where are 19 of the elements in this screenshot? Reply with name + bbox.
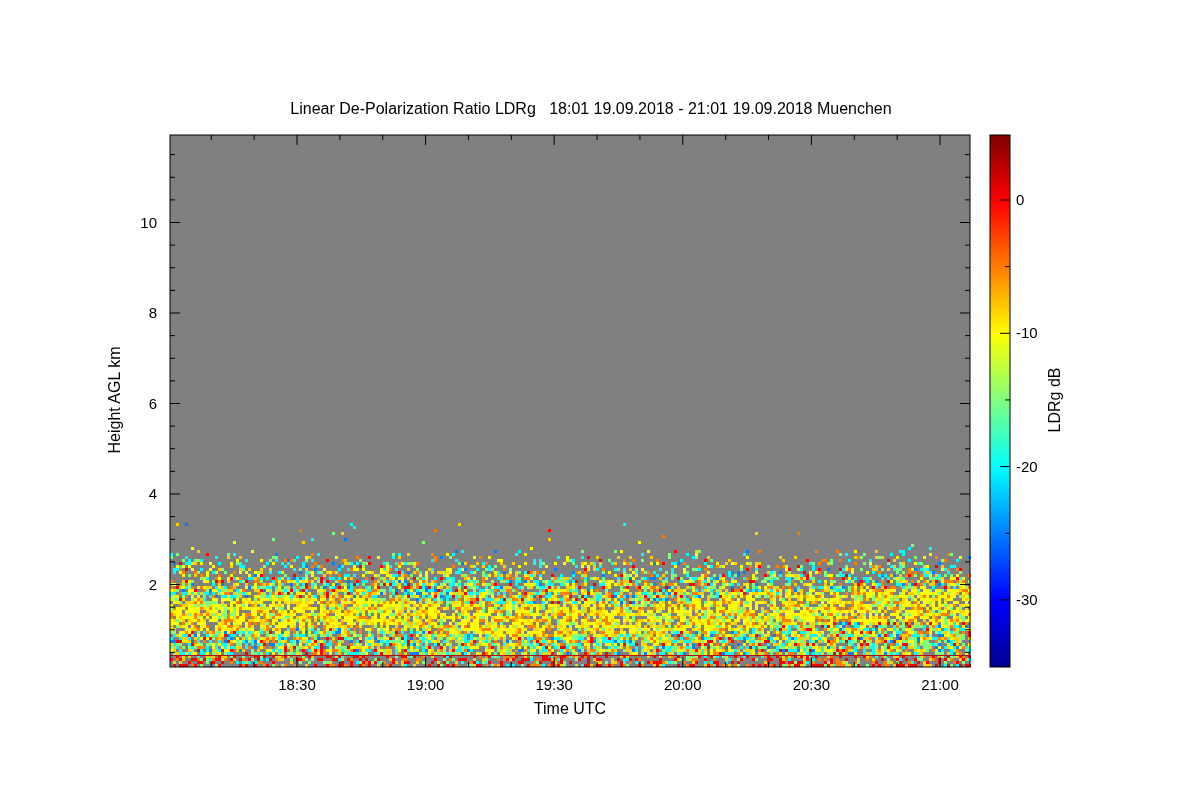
- y-tick-label: 8: [148, 304, 157, 321]
- colorbar-tick-label: 0: [1016, 191, 1025, 208]
- colorbar-label: LDRg dB: [1046, 367, 1063, 433]
- colorbar-tick-label: -30: [1016, 590, 1038, 608]
- colorbar-tick-label: -20: [1016, 457, 1038, 475]
- y-tick-label: 10: [140, 213, 157, 231]
- y-tick-label: 6: [148, 394, 157, 412]
- x-tick-label: 20:00: [664, 676, 702, 693]
- x-axis-label: Time UTC: [533, 700, 607, 717]
- y-tick-label: 4: [148, 485, 157, 502]
- x-tick-label: 21:00: [921, 676, 959, 693]
- x-tick-label: 19:00: [406, 676, 445, 693]
- x-tick-label: 18:30: [278, 676, 316, 693]
- chart-title: Linear De-Polarization Ratio LDRg 18:01 19.09.2018 - 21:01 19.09.2018 Muenchen: [290, 100, 892, 117]
- y-tick-label: 2: [148, 575, 157, 593]
- colorbar-tick-label: -10: [1016, 324, 1038, 342]
- y-axis-label: Height AGL km: [106, 346, 123, 454]
- x-tick-label: 19:30: [535, 676, 573, 693]
- x-tick-label: 20:30: [792, 676, 831, 693]
